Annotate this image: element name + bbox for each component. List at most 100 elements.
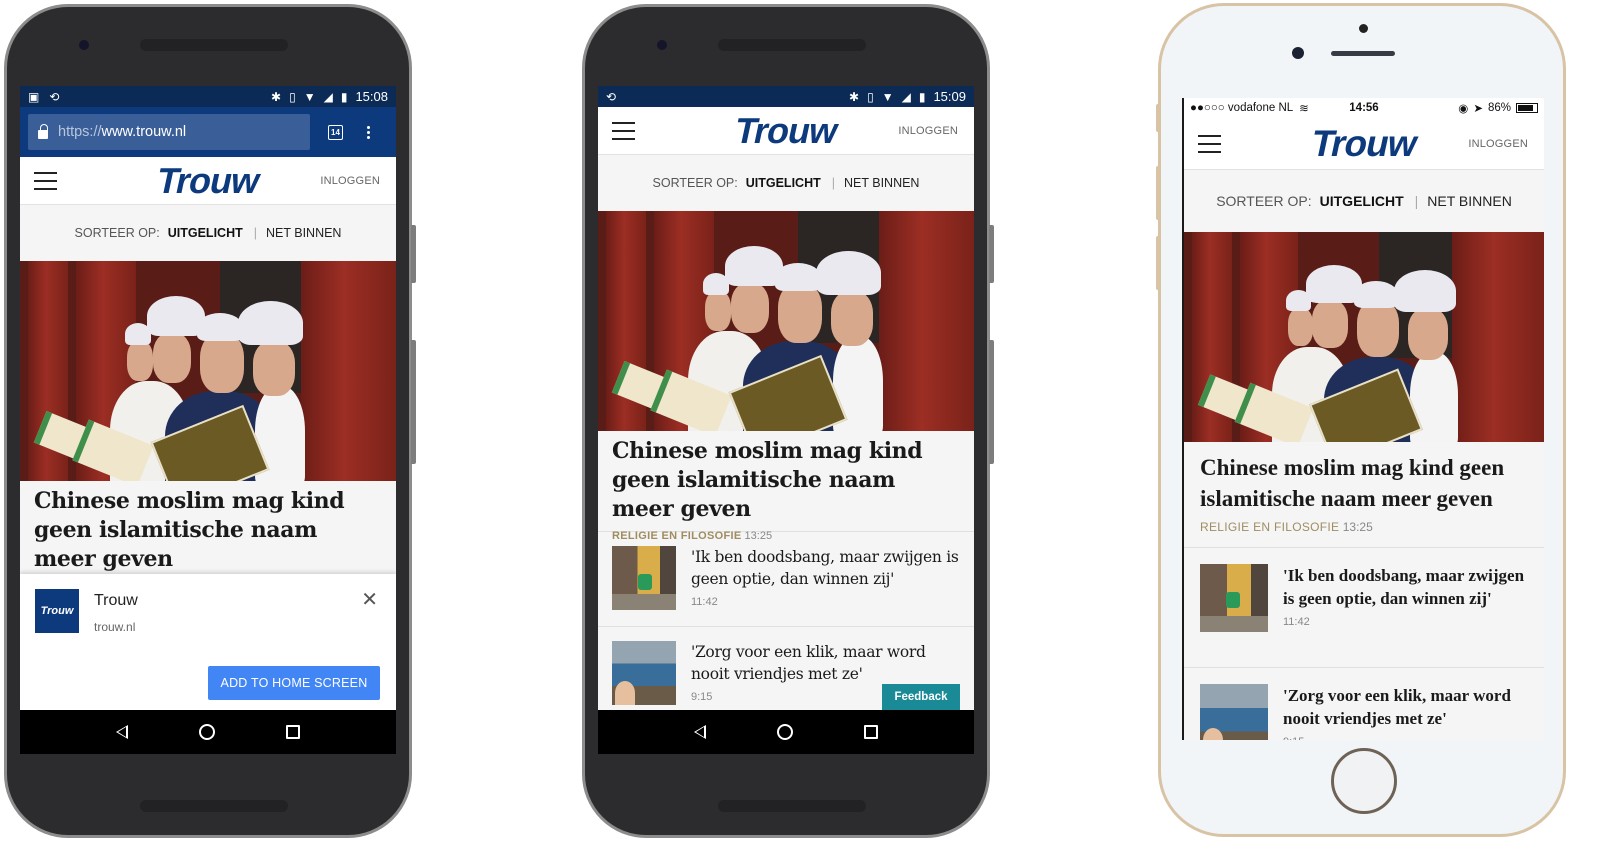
browser-toolbar: https://www.trouw.nl 14: [20, 107, 396, 157]
volume-button: [411, 340, 416, 464]
add-to-home-screen-button[interactable]: ADD TO HOME SCREEN: [208, 666, 380, 700]
sort-option-featured[interactable]: UITGELICHT: [168, 226, 243, 240]
recents-icon[interactable]: [864, 725, 879, 739]
recents-icon[interactable]: [286, 725, 301, 739]
lead-article-photo[interactable]: [1184, 232, 1544, 442]
front-camera: [1292, 47, 1304, 59]
add-to-home-screen-sheet: Trouw Trouw trouw.nl ✕ ADD TO HOME SCREE…: [20, 574, 396, 710]
wifi-icon: ≋: [1299, 103, 1309, 115]
tab-switcher-button[interactable]: 14: [328, 124, 343, 140]
sort-option-latest[interactable]: NET BINNEN: [266, 226, 341, 240]
volume-button: [989, 340, 994, 464]
site-header: Trouw INLOGGEN: [1184, 118, 1544, 170]
battery-icon: ▮: [918, 89, 926, 104]
lead-article-title[interactable]: Chinese moslim mag kind geen islamitisch…: [1200, 452, 1528, 514]
article-title[interactable]: 'Zorg voor een klik, maar word nooit vri…: [1283, 684, 1528, 730]
image-icon: ▣: [28, 89, 40, 104]
rotation-lock-icon: ◉: [1458, 103, 1469, 115]
battery-icon: [1516, 103, 1538, 113]
lead-article[interactable]: Chinese moslim mag kind geen islamitisch…: [1184, 442, 1544, 547]
sort-option-latest[interactable]: NET BINNEN: [1427, 193, 1512, 209]
battery-percent: 86%: [1487, 102, 1511, 114]
trouw-logo[interactable]: Trouw: [731, 110, 841, 152]
article-title[interactable]: 'Zorg voor een klik, maar word nooit vri…: [691, 641, 960, 685]
lead-article-photo[interactable]: [20, 261, 396, 481]
login-link[interactable]: INLOGGEN: [1468, 138, 1528, 150]
sort-separator: |: [831, 176, 835, 190]
back-icon[interactable]: [693, 725, 706, 739]
sort-separator: |: [253, 226, 257, 240]
bluetooth-icon: ✱: [849, 89, 860, 104]
sort-option-latest[interactable]: NET BINNEN: [844, 176, 919, 190]
status-bar: ⟲ ✱ ▯ ▼ ◢ ▮ 15:09: [598, 86, 974, 107]
proximity-sensor: [1359, 24, 1368, 33]
vibrate-icon: ▯: [289, 89, 296, 104]
overflow-menu-icon[interactable]: [367, 125, 370, 139]
article-thumbnail[interactable]: [612, 546, 676, 610]
app-icon: Trouw: [35, 589, 79, 633]
feedback-button[interactable]: Feedback: [882, 684, 960, 710]
close-icon[interactable]: ✕: [361, 590, 378, 610]
lead-article-title[interactable]: Chinese moslim mag kind geen islamitisch…: [612, 437, 960, 524]
category-label[interactable]: RELIGIE EN FILOSOFIE: [1200, 520, 1339, 534]
status-time: 14:56: [1349, 102, 1379, 114]
sort-label: SORTEER OP:: [74, 226, 160, 240]
login-link[interactable]: INLOGGEN: [898, 125, 958, 137]
iphone: ●●○○○ vodafone NL ≋ 14:56 ◉ ➤ 86% Trouw …: [1156, 3, 1566, 837]
sort-label: SORTEER OP:: [652, 176, 738, 190]
carrier-signal: ●●○○○ vodafone NL: [1190, 102, 1294, 114]
login-link[interactable]: INLOGGEN: [320, 175, 380, 187]
battery-icon: ▮: [340, 89, 348, 104]
sort-bar: SORTEER OP: UITGELICHT | NET BINNEN: [20, 205, 396, 261]
home-icon[interactable]: [198, 724, 215, 740]
article-list-item[interactable]: 'Ik ben doodsbang, maar zwijgen is geen …: [598, 531, 974, 626]
home-button[interactable]: [1331, 748, 1397, 814]
sort-option-featured[interactable]: UITGELICHT: [746, 176, 821, 190]
site-header: Trouw INLOGGEN: [20, 157, 396, 205]
article-title[interactable]: 'Ik ben doodsbang, maar zwijgen is geen …: [1283, 564, 1528, 610]
article-thumbnail[interactable]: [1200, 684, 1268, 740]
android-navigation-bar: [598, 710, 974, 754]
lead-article-photo[interactable]: [598, 211, 974, 431]
lead-article-title[interactable]: Chinese moslim mag kind geen islamitisch…: [34, 487, 382, 574]
bottom-speaker: [718, 800, 866, 812]
category-label[interactable]: RELIGIE EN FILOSOFIE: [612, 530, 741, 542]
lead-article[interactable]: Chinese moslim mag kind geen islamitisch…: [598, 431, 974, 542]
status-bar: ▣ ⟲ ✱ ▯ ▼ ◢ ▮ 15:08: [20, 86, 396, 107]
trouw-logo[interactable]: Trouw: [153, 160, 263, 202]
home-icon[interactable]: [776, 724, 793, 740]
app-title: Trouw: [94, 592, 138, 609]
status-time: 15:09: [933, 89, 966, 104]
power-button: [989, 225, 994, 283]
screen: ▣ ⟲ ✱ ▯ ▼ ◢ ▮ 15:08 https://www.trouw.nl…: [20, 86, 396, 754]
bluetooth-icon: ✱: [271, 89, 282, 104]
android-navigation-bar: [20, 710, 396, 754]
url-protocol: https://: [58, 124, 102, 140]
publish-time: 13:25: [1342, 520, 1373, 534]
url-host: www.trouw.nl: [101, 124, 187, 140]
hamburger-menu-icon[interactable]: [34, 171, 57, 190]
trouw-logo[interactable]: Trouw: [1308, 123, 1421, 165]
earpiece-speaker: [718, 39, 866, 51]
sort-bar: SORTEER OP: UITGELICHT | NET BINNEN: [598, 155, 974, 211]
article-time: 11:42: [1283, 616, 1310, 628]
article-list-item[interactable]: 'Zorg voor een klik, maar word nooit vri…: [1184, 667, 1544, 740]
hamburger-menu-icon[interactable]: [1198, 134, 1221, 153]
volume-up-button: [1156, 166, 1160, 220]
address-bar[interactable]: https://www.trouw.nl: [28, 114, 310, 150]
article-title[interactable]: 'Ik ben doodsbang, maar zwijgen is geen …: [691, 546, 960, 590]
sort-option-featured[interactable]: UITGELICHT: [1320, 193, 1404, 209]
front-camera: [657, 40, 667, 50]
volume-down-button: [1156, 236, 1160, 290]
article-thumbnail[interactable]: [1200, 564, 1268, 632]
article-list-item[interactable]: 'Ik ben doodsbang, maar zwijgen is geen …: [1184, 547, 1544, 667]
vibrate-icon: ▯: [867, 89, 874, 104]
sort-label: SORTEER OP:: [1216, 193, 1312, 209]
hamburger-menu-icon[interactable]: [612, 121, 635, 140]
back-icon[interactable]: [115, 725, 128, 739]
signal-icon: ◢: [323, 89, 333, 104]
lead-article-meta: RELIGIE EN FILOSOFIE 13:25: [1200, 520, 1528, 534]
site-header: Trouw INLOGGEN: [598, 107, 974, 155]
article-thumbnail[interactable]: [612, 641, 676, 705]
earpiece-speaker: [1331, 51, 1395, 56]
